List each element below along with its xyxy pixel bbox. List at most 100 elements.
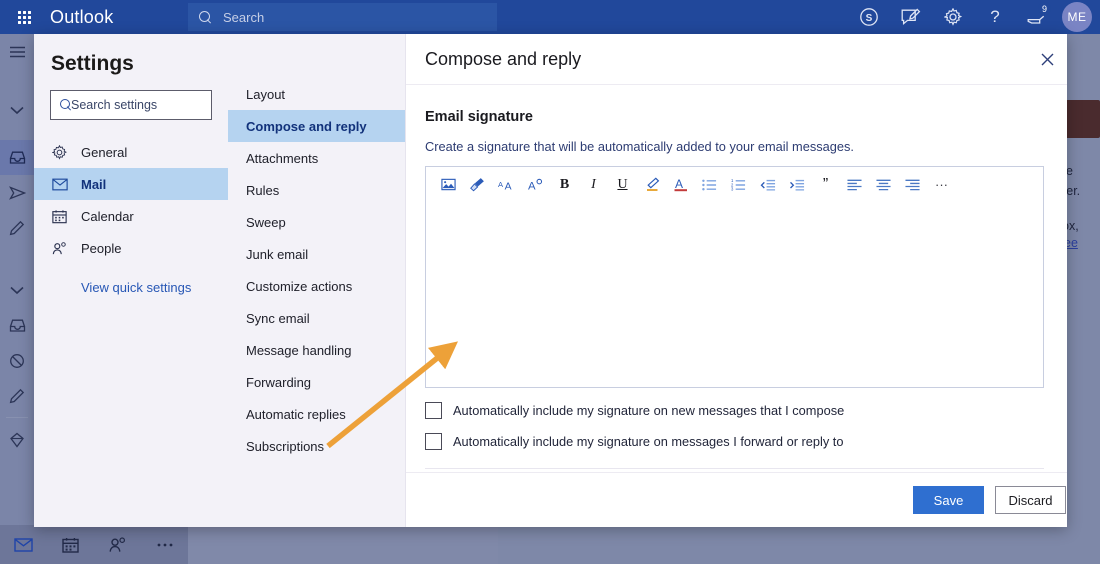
rail-sent-icon[interactable]	[0, 175, 34, 210]
search-placeholder: Search	[223, 10, 264, 25]
left-app-rail	[0, 34, 34, 564]
view-quick-settings-link[interactable]: View quick settings	[81, 280, 228, 295]
bottom-app-nav	[0, 525, 188, 564]
rail-archive-icon[interactable]	[0, 422, 34, 457]
font-style-icon[interactable]: A	[522, 171, 549, 198]
email-signature-editor[interactable]: AA A B I U A	[425, 166, 1044, 388]
top-bar-icons: S ? 9 ME	[848, 0, 1096, 34]
chevron-down-icon-2[interactable]	[0, 273, 34, 308]
note-feedback-icon[interactable]	[890, 0, 932, 34]
user-avatar[interactable]: ME	[1062, 2, 1092, 32]
gear-icon	[51, 145, 68, 160]
bottom-nav-more-icon[interactable]	[141, 525, 188, 564]
subnav-forwarding[interactable]: Forwarding	[228, 366, 405, 398]
settings-title: Settings	[51, 52, 228, 76]
category-people[interactable]: People	[34, 232, 228, 264]
subnav-customize-actions[interactable]: Customize actions	[228, 270, 405, 302]
help-icon[interactable]: ?	[974, 0, 1016, 34]
page-title: Compose and reply	[425, 49, 581, 70]
align-right-icon[interactable]	[899, 171, 926, 198]
italic-icon[interactable]: I	[580, 171, 607, 198]
subnav-sync-email[interactable]: Sync email	[228, 302, 405, 334]
rail-folder-inbox-icon[interactable]	[0, 308, 34, 343]
align-left-icon[interactable]	[841, 171, 868, 198]
search-settings-input[interactable]	[71, 98, 211, 112]
settings-gear-icon[interactable]	[932, 0, 974, 34]
subnav-rules[interactable]: Rules	[228, 174, 405, 206]
app-brand-title: Outlook	[50, 7, 113, 28]
hamburger-menu-icon[interactable]	[0, 34, 34, 69]
insert-picture-icon[interactable]	[435, 171, 462, 198]
bottom-nav-calendar-icon[interactable]	[47, 525, 94, 564]
category-label-calendar: Calendar	[81, 209, 134, 224]
formatting-toolbar: AA A B I U A	[426, 167, 1043, 202]
calendar-icon	[51, 209, 68, 224]
font-size-icon[interactable]: AA	[493, 171, 520, 198]
checkbox-row-forward-reply[interactable]: Automatically include my signature on me…	[425, 433, 1044, 450]
highlight-icon[interactable]	[638, 171, 665, 198]
subnav-message-handling[interactable]: Message handling	[228, 334, 405, 366]
subnav-compose-and-reply[interactable]: Compose and reply	[228, 110, 405, 142]
font-color-icon[interactable]: A	[667, 171, 694, 198]
bulleted-list-icon[interactable]	[696, 171, 723, 198]
svg-text:A: A	[528, 181, 536, 191]
checkbox-include-signature-new[interactable]	[425, 402, 442, 419]
close-icon[interactable]	[1032, 44, 1062, 74]
svg-text:A: A	[675, 177, 683, 191]
decrease-indent-icon[interactable]	[754, 171, 781, 198]
rail-inbox-icon[interactable]	[0, 140, 34, 175]
discard-button[interactable]: Discard	[995, 486, 1066, 514]
svg-text:3: 3	[731, 186, 734, 190]
feedback-icon[interactable]: 9	[1016, 0, 1058, 34]
person-icon	[51, 241, 68, 256]
rail-drafts-icon-2[interactable]	[0, 378, 34, 413]
signature-text-area[interactable]	[426, 202, 1043, 387]
subnav-layout[interactable]: Layout	[228, 78, 405, 110]
subnav-subscriptions[interactable]: Subscriptions	[228, 430, 405, 462]
bold-glyph: B	[560, 177, 569, 193]
section-description: Create a signature that will be automati…	[425, 139, 1044, 154]
category-label-general: General	[81, 145, 127, 160]
align-center-icon[interactable]	[870, 171, 897, 198]
svg-text:S: S	[866, 13, 873, 24]
dialog-footer: Save Discard	[406, 472, 1067, 527]
subnav-automatic-replies[interactable]: Automatic replies	[228, 398, 405, 430]
bottom-nav-people-icon[interactable]	[94, 525, 141, 564]
increase-indent-icon[interactable]	[783, 171, 810, 198]
checkbox-row-new-messages[interactable]: Automatically include my signature on ne…	[425, 402, 1044, 419]
save-button[interactable]: Save	[913, 486, 984, 514]
section-title-email-signature: Email signature	[425, 109, 1044, 125]
format-painter-icon[interactable]	[464, 171, 491, 198]
quote-glyph: ”	[823, 180, 828, 190]
global-search-box[interactable]: Search	[188, 3, 497, 31]
section-divider	[425, 468, 1044, 469]
checkbox-label-reply: Automatically include my signature on me…	[453, 434, 843, 449]
more-options-glyph: ···	[935, 178, 948, 191]
skype-icon[interactable]: S	[848, 0, 890, 34]
checkbox-include-signature-reply[interactable]	[425, 433, 442, 450]
rail-junk-icon[interactable]	[0, 343, 34, 378]
chevron-down-icon[interactable]	[0, 93, 34, 128]
settings-detail-pane: Compose and reply Email signature Create…	[405, 34, 1067, 527]
quote-icon[interactable]: ”	[812, 171, 839, 198]
underline-glyph: U	[617, 177, 627, 193]
bold-icon[interactable]: B	[551, 171, 578, 198]
more-options-icon[interactable]: ···	[928, 171, 955, 198]
subnav-attachments[interactable]: Attachments	[228, 142, 405, 174]
category-label-people: People	[81, 241, 121, 256]
category-mail[interactable]: Mail	[34, 168, 228, 200]
app-launcher-icon[interactable]	[0, 0, 48, 34]
settings-dialog: Settings General Mail	[34, 34, 1067, 527]
detail-body: Email signature Create a signature that …	[406, 85, 1067, 472]
category-general[interactable]: General	[34, 136, 228, 168]
settings-search-field[interactable]	[50, 90, 212, 120]
settings-subnav-pane: Layout Compose and reply Attachments Rul…	[228, 34, 405, 527]
underline-icon[interactable]: U	[609, 171, 636, 198]
subnav-junk-email[interactable]: Junk email	[228, 238, 405, 270]
subnav-sweep[interactable]: Sweep	[228, 206, 405, 238]
rail-drafts-icon[interactable]	[0, 210, 34, 245]
numbered-list-icon[interactable]: 123	[725, 171, 752, 198]
search-settings-icon	[59, 98, 64, 112]
bottom-nav-mail-icon[interactable]	[0, 525, 47, 564]
category-calendar[interactable]: Calendar	[34, 200, 228, 232]
